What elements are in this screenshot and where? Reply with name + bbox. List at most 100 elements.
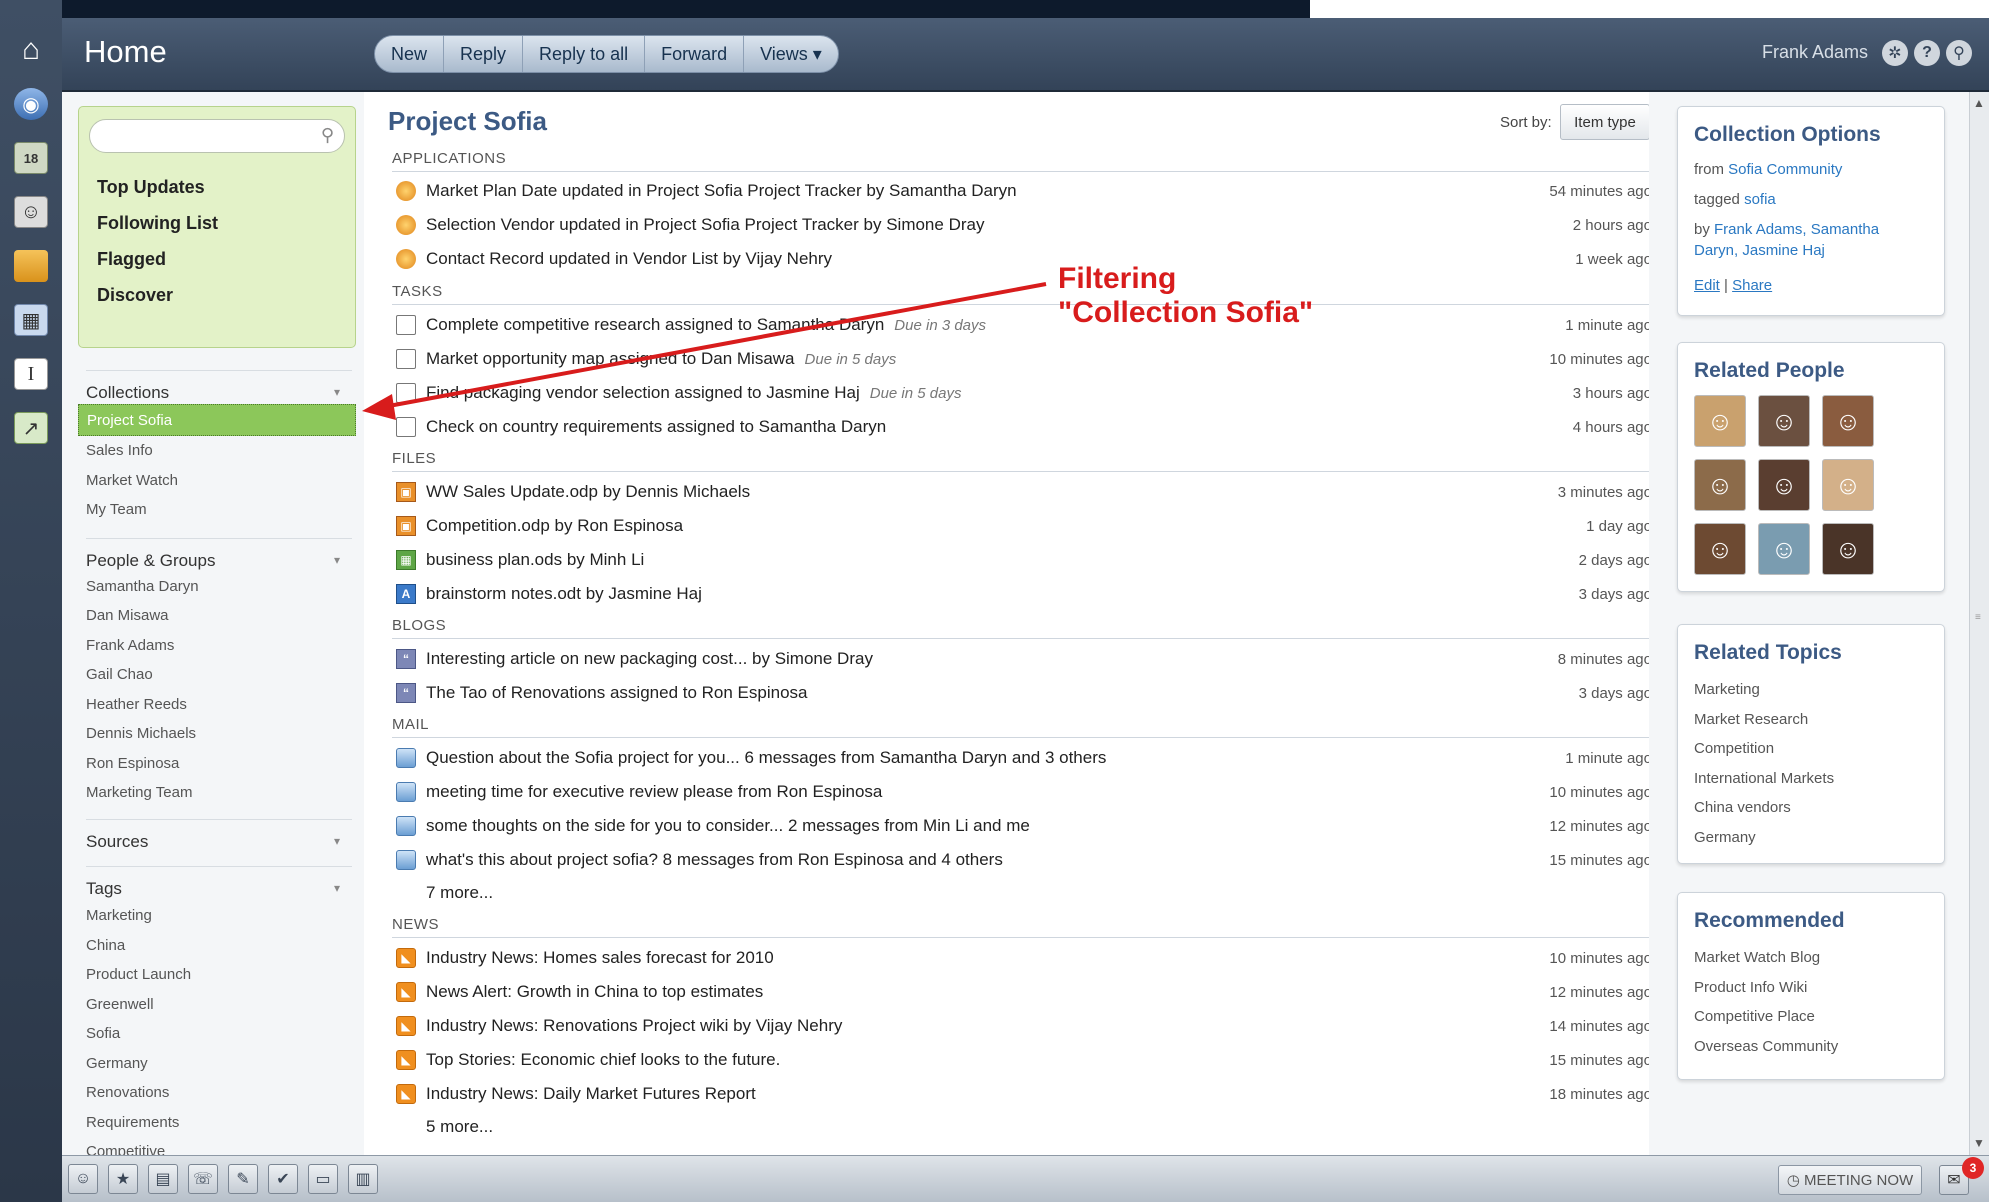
forward-button[interactable]: Forward bbox=[645, 36, 745, 72]
nav-top-updates[interactable]: Top Updates bbox=[97, 177, 205, 198]
edit-icon[interactable]: ✎ bbox=[228, 1164, 258, 1194]
sources-header[interactable]: Sources ▾ bbox=[86, 819, 352, 852]
avatar[interactable]: ☺ bbox=[1694, 523, 1746, 575]
reply-all-button[interactable]: Reply to all bbox=[523, 36, 646, 72]
avatar[interactable]: ☺ bbox=[1822, 523, 1874, 575]
table-row[interactable]: ◣ News Alert: Growth in China to top esti… bbox=[392, 981, 1654, 1007]
person-item[interactable]: Frank Adams bbox=[86, 637, 174, 654]
scroll-grip-icon[interactable]: ≡ bbox=[1975, 612, 1981, 623]
collection-item[interactable]: Sales Info bbox=[86, 442, 153, 459]
nav-discover[interactable]: Discover bbox=[97, 285, 173, 306]
table-row[interactable]: ◣ Industry News: Renovations Project wiki… bbox=[392, 1015, 1654, 1041]
scroll-down-icon[interactable]: ▼ bbox=[1973, 1136, 1985, 1150]
table-row[interactable]: “ The Tao of Renovations assigned to Ron … bbox=[392, 682, 1654, 708]
table-row[interactable]: meeting time for executive review please… bbox=[392, 781, 1654, 807]
table-row[interactable]: Question about the Sofia project for you… bbox=[392, 747, 1654, 773]
avatar[interactable]: ☺ bbox=[1758, 395, 1810, 447]
chevron-down-icon[interactable]: ▾ bbox=[334, 881, 340, 895]
table-row[interactable]: Contact Record updated in Vendor List by… bbox=[392, 248, 1654, 274]
table-row[interactable]: ▣ Competition.odp by Ron Espinosa 1 day ag… bbox=[392, 515, 1654, 541]
table-row[interactable]: Selection Vendor updated in Project Sofi… bbox=[392, 214, 1654, 240]
building-icon[interactable]: ▥ bbox=[348, 1164, 378, 1194]
checkbox[interactable] bbox=[396, 383, 416, 403]
globe-icon[interactable]: ◉ bbox=[14, 88, 48, 120]
share-link[interactable]: Share bbox=[1732, 277, 1772, 294]
meeting-now-button[interactable]: ◷ MEETING NOW bbox=[1778, 1165, 1922, 1195]
recommended-link[interactable]: Product Info Wiki bbox=[1694, 979, 1807, 996]
calendar-icon[interactable]: ▤ bbox=[148, 1164, 178, 1194]
check-icon[interactable]: ✔ bbox=[268, 1164, 298, 1194]
collection-item[interactable]: Market Watch bbox=[86, 472, 178, 489]
by-link[interactable]: Frank Adams, Samantha bbox=[1714, 221, 1879, 238]
reply-button[interactable]: Reply bbox=[444, 36, 524, 72]
vertical-scrollbar[interactable]: ▲ ≡ ▼ bbox=[1969, 92, 1989, 1155]
collection-item[interactable]: My Team bbox=[86, 501, 147, 518]
chevron-down-icon[interactable]: ▾ bbox=[334, 834, 340, 848]
edit-link[interactable]: Edit bbox=[1694, 277, 1720, 294]
table-row[interactable]: Abrainstorm notes.odt by Jasmine Haj 3 da… bbox=[392, 583, 1654, 609]
from-link[interactable]: Sofia Community bbox=[1728, 161, 1842, 178]
table-row[interactable]: some thoughts on the side for you to con… bbox=[392, 815, 1654, 841]
tag-item[interactable]: Requirements bbox=[86, 1114, 179, 1131]
phone-icon[interactable]: ☏ bbox=[188, 1164, 218, 1194]
person-item[interactable]: Dan Misawa bbox=[86, 607, 169, 624]
recommended-link[interactable]: Overseas Community bbox=[1694, 1038, 1838, 1055]
tag-item[interactable]: Germany bbox=[86, 1055, 148, 1072]
table-row[interactable]: ◣ Top Stories: Economic chief looks to th… bbox=[392, 1049, 1654, 1075]
tag-item[interactable]: Sofia bbox=[86, 1025, 120, 1042]
person-item[interactable]: Gail Chao bbox=[86, 666, 153, 683]
sort-dropdown[interactable]: Item type bbox=[1560, 104, 1650, 140]
checkbox[interactable] bbox=[396, 417, 416, 437]
scroll-up-icon[interactable]: ▲ bbox=[1973, 96, 1985, 110]
table-row[interactable]: ◣ Industry News: Daily Market Futures Rep… bbox=[392, 1083, 1654, 1109]
avatar[interactable]: ☺ bbox=[1694, 459, 1746, 511]
checkbox[interactable] bbox=[396, 315, 416, 335]
chevron-down-icon[interactable]: ▾ bbox=[334, 385, 340, 399]
table-row[interactable]: what's this about project sofia? 8 messa… bbox=[392, 849, 1654, 875]
person-item[interactable]: Marketing Team bbox=[86, 784, 192, 801]
avatar[interactable]: ☺ bbox=[1758, 523, 1810, 575]
help-icon[interactable]: ? bbox=[1914, 40, 1940, 66]
table-row[interactable]: Market Plan Date updated in Project Sofi… bbox=[392, 180, 1654, 206]
table-row[interactable]: ◣ Industry News: Homes sales forecast for… bbox=[392, 947, 1654, 973]
topic-link[interactable]: Market Research bbox=[1694, 711, 1808, 728]
tag-item[interactable]: China bbox=[86, 937, 125, 954]
avatar[interactable]: ☺ bbox=[1758, 459, 1810, 511]
contacts-icon[interactable]: ☺ bbox=[68, 1164, 98, 1194]
chart-icon[interactable]: ↗ bbox=[14, 412, 48, 444]
chevron-down-icon[interactable]: ▾ bbox=[334, 553, 340, 567]
star-icon[interactable]: ★ bbox=[108, 1164, 138, 1194]
people-groups-header[interactable]: People & Groups ▾ bbox=[86, 538, 352, 571]
by-link-continued[interactable]: Daryn, Jasmine Haj bbox=[1694, 242, 1825, 259]
mail-more-link[interactable]: 7 more... bbox=[426, 883, 493, 903]
search-input[interactable]: ⚲ bbox=[89, 119, 345, 153]
recommended-link[interactable]: Market Watch Blog bbox=[1694, 949, 1820, 966]
folder-icon[interactable] bbox=[14, 250, 48, 282]
screen-icon[interactable]: ▭ bbox=[308, 1164, 338, 1194]
news-more-link[interactable]: 5 more... bbox=[426, 1117, 493, 1137]
settings-icon[interactable]: ✲ bbox=[1882, 40, 1908, 66]
new-button[interactable]: New bbox=[375, 36, 445, 72]
checkbox[interactable] bbox=[396, 349, 416, 369]
person-item[interactable]: Dennis Michaels bbox=[86, 725, 196, 742]
tag-link[interactable]: sofia bbox=[1744, 191, 1776, 208]
collections-header[interactable]: Collections ▾ bbox=[86, 370, 352, 403]
tags-header[interactable]: Tags ▾ bbox=[86, 866, 352, 899]
search-icon[interactable]: ⚲ bbox=[1946, 40, 1972, 66]
avatar[interactable]: ☺ bbox=[1822, 395, 1874, 447]
tag-item[interactable]: Product Launch bbox=[86, 966, 191, 983]
dashboard-icon[interactable]: ▦ bbox=[14, 304, 48, 336]
tag-item[interactable]: Greenwell bbox=[86, 996, 154, 1013]
user-name[interactable]: Frank Adams bbox=[1762, 42, 1868, 63]
document-icon[interactable]: I bbox=[14, 358, 48, 390]
calendar-icon[interactable]: 18 bbox=[14, 142, 48, 174]
topic-link[interactable]: Germany bbox=[1694, 829, 1756, 846]
avatar[interactable]: ☺ bbox=[1822, 459, 1874, 511]
person-item[interactable]: Samantha Daryn bbox=[86, 578, 199, 595]
topic-link[interactable]: Marketing bbox=[1694, 681, 1760, 698]
person-item[interactable]: Heather Reeds bbox=[86, 696, 187, 713]
tag-item[interactable]: Marketing bbox=[86, 907, 152, 924]
table-row[interactable]: ▦ business plan.ods by Minh Li 2 days ago bbox=[392, 549, 1654, 575]
table-row[interactable]: Complete competitive research assigned t… bbox=[392, 314, 1654, 340]
home-icon[interactable]: ⌂ bbox=[14, 33, 48, 66]
